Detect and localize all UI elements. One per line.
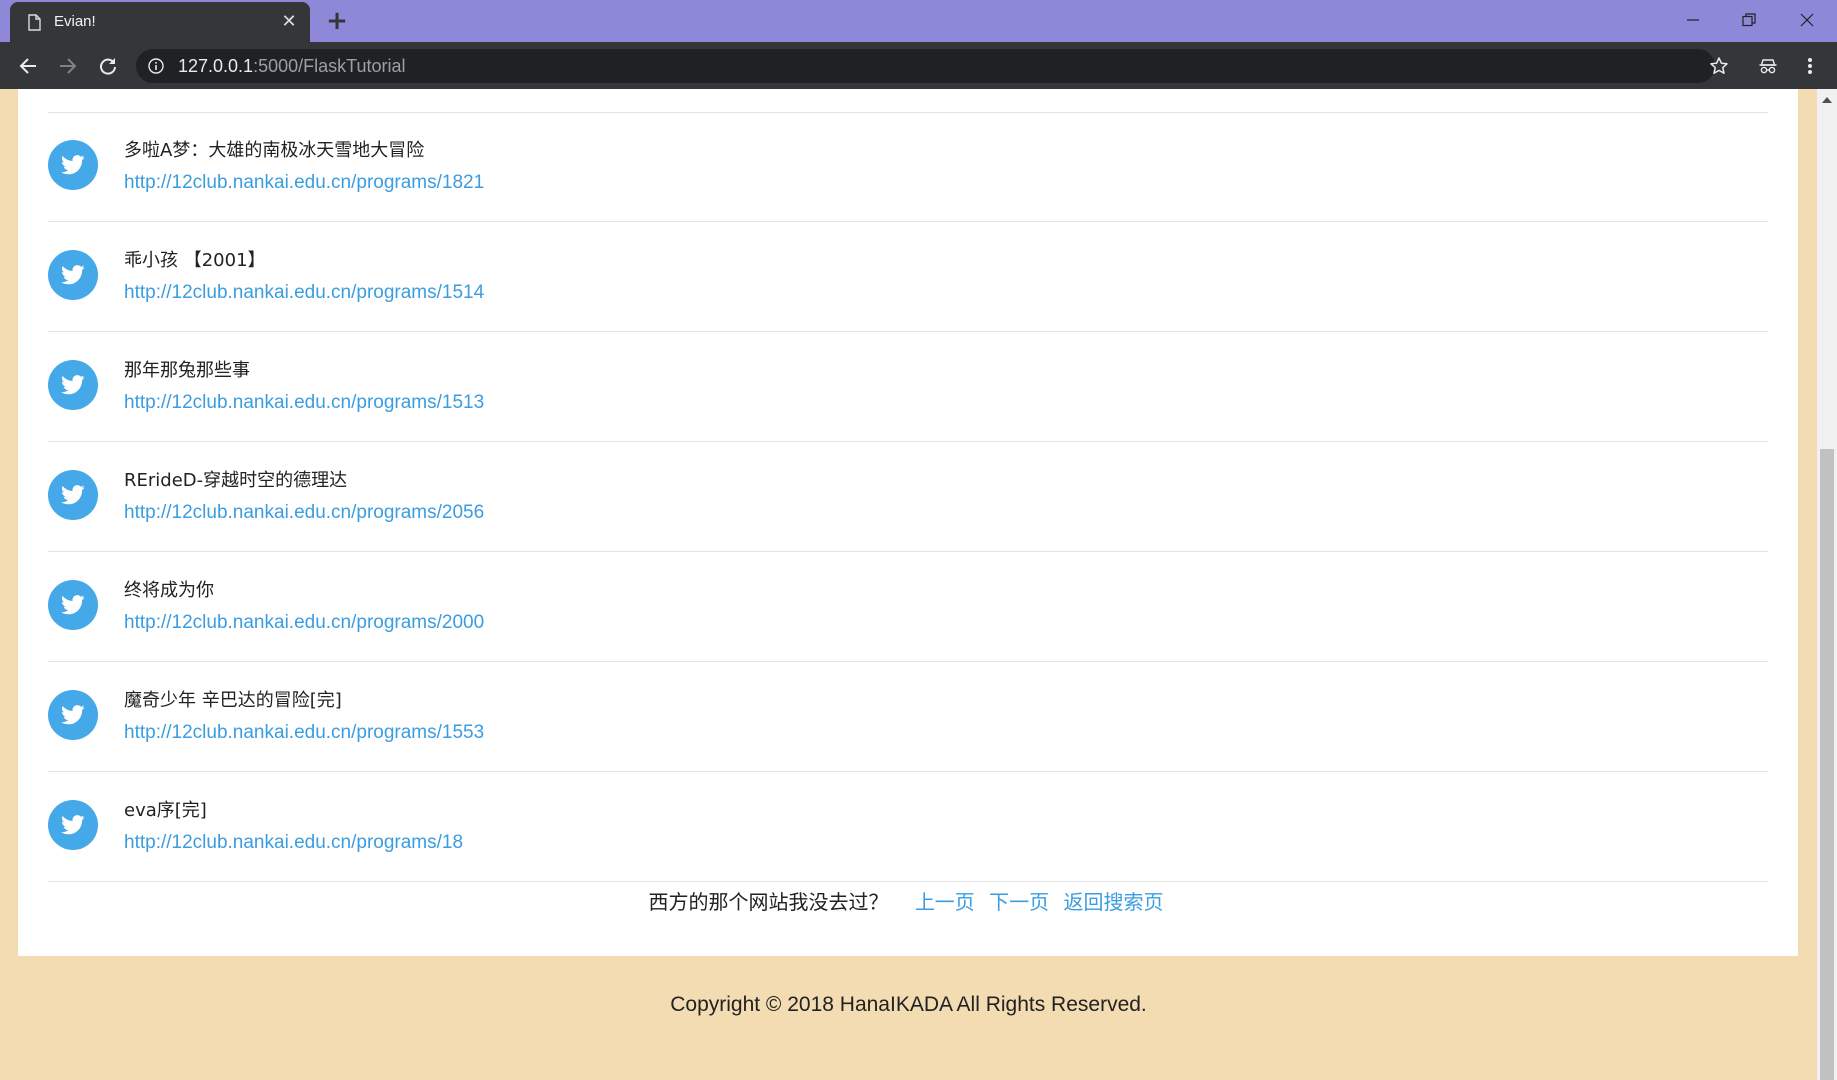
restore-icon [1742, 13, 1756, 27]
item-link[interactable]: http://12club.nankai.edu.cn/programs/151… [124, 282, 484, 304]
address-bar[interactable]: 127.0.0.1:5000/FlaskTutorial [136, 49, 1715, 83]
item-link[interactable]: http://12club.nankai.edu.cn/programs/18 [124, 832, 463, 854]
item-title: eva序[完] [124, 800, 207, 821]
reload-icon [100, 58, 116, 75]
new-tab-button[interactable]: + [323, 8, 351, 34]
list-item: 乖小孩 【2001】 http://12club.nankai.edu.cn/pr… [48, 222, 1768, 332]
menu-button[interactable] [1797, 53, 1823, 79]
page-viewport: 多啦A梦：大雄的南极冰天雪地大冒险 http://12club.nankai.ed… [0, 89, 1817, 1080]
results-card: 多啦A梦：大雄的南极冰天雪地大冒险 http://12club.nankai.ed… [18, 89, 1798, 956]
tab-close-icon[interactable]: ✕ [280, 13, 298, 31]
list-item: 多啦A梦：大雄的南极冰天雪地大冒险 http://12club.nankai.ed… [48, 112, 1768, 222]
arrow-right-icon [60, 58, 77, 74]
close-window-button[interactable] [1780, 0, 1834, 40]
avatar[interactable] [48, 690, 98, 740]
avatar[interactable] [48, 470, 98, 520]
twitter-bird-icon [61, 485, 85, 505]
minimize-icon [1687, 19, 1699, 21]
browser-toolbar: 127.0.0.1:5000/FlaskTutorial [0, 42, 1837, 89]
arrow-left-icon [19, 58, 36, 74]
item-title: 乖小孩 【2001】 [124, 250, 266, 271]
footer-copyright: Copyright © 2018 HanaIKADA All Rights Re… [670, 993, 1147, 1016]
prev-page-link[interactable]: 上一页 [915, 890, 975, 914]
item-title: 多啦A梦：大雄的南极冰天雪地大冒险 [124, 140, 425, 161]
browser-tab[interactable]: Evian! ✕ [10, 2, 310, 42]
item-title: 终将成为你 [124, 580, 214, 601]
item-link[interactable]: http://12club.nankai.edu.cn/programs/151… [124, 392, 484, 414]
forward-button[interactable] [55, 53, 81, 79]
list-item: eva序[完] http://12club.nankai.edu.cn/progr… [48, 772, 1768, 882]
scrollbar-thumb[interactable] [1820, 449, 1834, 1080]
kebab-menu-icon [1808, 58, 1812, 74]
avatar[interactable] [48, 800, 98, 850]
info-icon[interactable] [148, 58, 164, 74]
list-item: 终将成为你 http://12club.nankai.edu.cn/program… [48, 552, 1768, 662]
twitter-bird-icon [61, 155, 85, 175]
pager-text: 西方的那个网站我没去过？ [648, 890, 889, 914]
twitter-bird-icon [61, 265, 85, 285]
list-item: 那年那兔那些事 http://12club.nankai.edu.cn/progr… [48, 332, 1768, 442]
item-title: 那年那兔那些事 [124, 360, 250, 381]
minimize-button[interactable] [1666, 0, 1720, 40]
item-link[interactable]: http://12club.nankai.edu.cn/programs/182… [124, 172, 484, 194]
tab-title: Evian! [54, 13, 96, 30]
item-link[interactable]: http://12club.nankai.edu.cn/programs/155… [124, 722, 484, 744]
incognito-icon [1759, 59, 1777, 74]
list-item: 魔奇少年 辛巴达的冒险[完] http://12club.nankai.edu.c… [48, 662, 1768, 772]
twitter-bird-icon [61, 595, 85, 615]
item-link[interactable]: http://12club.nankai.edu.cn/programs/205… [124, 502, 484, 524]
avatar[interactable] [48, 140, 98, 190]
twitter-bird-icon [61, 375, 85, 395]
reload-button[interactable] [95, 53, 121, 79]
avatar[interactable] [48, 250, 98, 300]
pagination: 西方的那个网站我没去过？ 上一页 下一页 返回搜索页 [18, 886, 1798, 915]
incognito-button[interactable] [1755, 53, 1781, 79]
back-button[interactable] [15, 53, 41, 79]
list-item: RErideD-穿越时空的德理达 http://12club.nankai.edu… [48, 442, 1768, 552]
next-page-link[interactable]: 下一页 [989, 890, 1049, 914]
item-link[interactable]: http://12club.nankai.edu.cn/programs/200… [124, 612, 484, 634]
close-icon [1800, 13, 1814, 27]
restore-button[interactable] [1722, 0, 1776, 40]
twitter-bird-icon [61, 815, 85, 835]
avatar[interactable] [48, 360, 98, 410]
twitter-bird-icon [61, 705, 85, 725]
avatar[interactable] [48, 580, 98, 630]
tab-strip: Evian! ✕ + [0, 0, 1837, 42]
star-icon [1710, 57, 1728, 74]
scroll-up-arrow-icon[interactable] [1821, 95, 1833, 105]
item-title: 魔奇少年 辛巴达的冒险[完] [124, 690, 342, 711]
url-text[interactable]: 127.0.0.1:5000/FlaskTutorial [178, 56, 405, 77]
url-host: 127.0.0.1 [178, 56, 254, 76]
document-icon [28, 14, 41, 31]
bookmark-button[interactable] [1706, 53, 1732, 79]
vertical-scrollbar[interactable] [1817, 89, 1837, 1080]
url-path: :5000/FlaskTutorial [253, 56, 406, 76]
item-title: RErideD-穿越时空的德理达 [124, 470, 348, 491]
back-to-search-link[interactable]: 返回搜索页 [1064, 890, 1164, 914]
